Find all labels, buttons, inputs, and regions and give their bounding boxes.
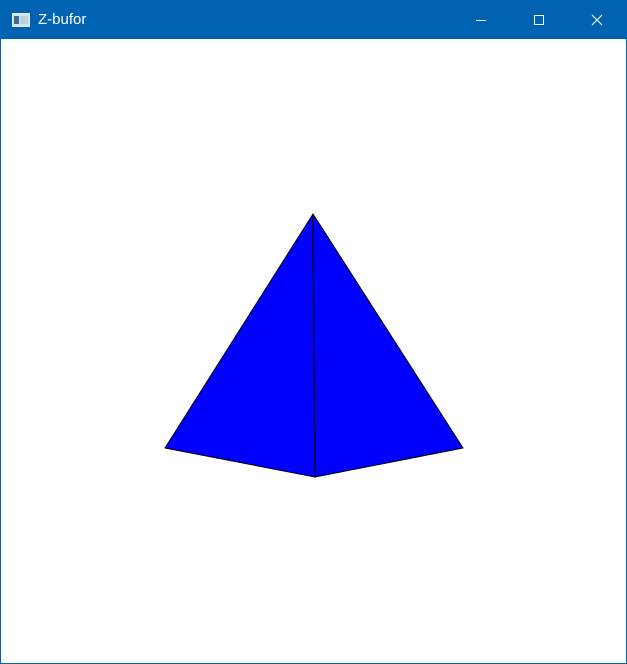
app-window: Z-bufor: [0, 0, 627, 664]
maximize-button[interactable]: [510, 1, 568, 39]
maximize-icon: [534, 15, 544, 25]
minimize-button[interactable]: [452, 1, 510, 39]
minimize-icon: [476, 20, 486, 21]
scene-viewport: [164, 213, 464, 478]
close-icon: [591, 14, 603, 26]
pyramid-right-face: [312, 213, 464, 478]
pyramid-left-face: [164, 213, 316, 478]
app-window-icon: [12, 13, 30, 27]
window-title: Z-bufor: [38, 11, 87, 28]
render-canvas[interactable]: [1, 39, 626, 663]
window-controls: [452, 1, 626, 39]
close-button[interactable]: [568, 1, 626, 39]
title-bar[interactable]: Z-bufor: [1, 1, 626, 39]
